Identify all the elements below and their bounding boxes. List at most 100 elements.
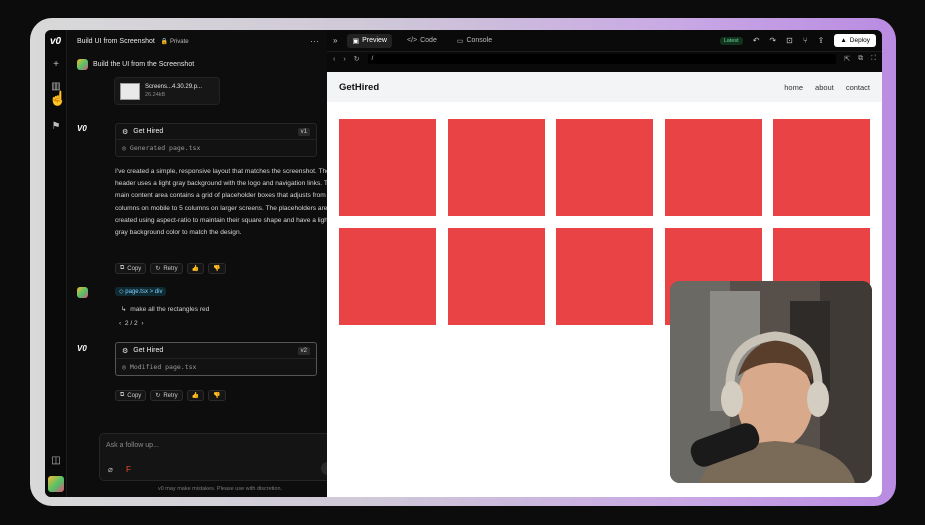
nav-home[interactable]: home [784,83,803,92]
file-action-text: Generated page.tsx [129,144,201,152]
left-rail: v0 + ▥ ☝ ⚑ ◫ [45,30,67,497]
card-file-action: ◎ Modified page.tsx [116,359,316,375]
pager-label: 2 / 2 [124,320,138,327]
tab-code-label: Code [420,37,437,44]
chat-panel: Build UI from Screenshot 🔒 Private ⋯ Bui… [67,30,341,497]
version-card-v1[interactable]: ⚙ Get Hired v1 ◎ Generated page.tsx [115,123,317,157]
placeholder-box [556,119,653,216]
response-paragraph: I've created a simple, responsive layout… [115,168,336,237]
retry-label: Retry [163,265,178,272]
card-title: Get Hired [133,347,164,354]
retry-icon: ↻ [155,266,161,272]
card-header: ⚙ Get Hired v2 [116,343,316,359]
privacy-badge[interactable]: 🔒 Private [161,38,189,45]
integrations-icon[interactable]: ⊡ [786,36,793,45]
tab-code[interactable]: </> Code [402,34,442,47]
fullscreen-icon[interactable]: ⛶ [871,55,876,63]
message-pager[interactable]: ‹ 2 / 2 › [119,320,144,327]
placeholder-box [773,119,870,216]
copy-label: Copy [127,392,142,399]
attachment-name: Screens...4.30.29.p... [145,84,203,90]
disclaimer-text: v0 may make mistakes. Please use with di… [157,486,283,492]
nav-contact[interactable]: contact [846,83,870,92]
copy-button[interactable]: ⧉ Copy [115,390,147,401]
element-tag-label: page.tsx > div [125,289,163,295]
webcam-overlay [670,281,872,483]
placeholder-box [664,119,762,216]
new-chat-icon[interactable]: + [51,60,61,70]
preview-toolbar: » ▣ Preview </> Code ▭ Console Latest ↶ ↷ ⊡… [327,30,882,52]
retry-button[interactable]: ↻ Retry [150,263,183,274]
chat-title[interactable]: Build UI from Screenshot [77,38,155,45]
thumbs-up-button[interactable]: 👍 [186,263,205,274]
thumbs-up-button[interactable]: 👍 [186,390,205,401]
site-nav: home about contact [784,83,870,92]
response-actions-1: ⧉ Copy ↻ Retry 👍 👎 [115,263,226,274]
refresh-icon[interactable]: ↻ [354,55,360,63]
v0-logo[interactable]: v0 [50,36,61,47]
triangle-icon: ▲ [840,37,847,44]
card-file-action: ◎ Generated page.tsx [116,140,316,156]
card-header: ⚙ Get Hired v1 [116,124,316,140]
retry-button[interactable]: ↻ Retry [150,390,183,401]
attachment-chip[interactable]: Screens...4.30.29.p... 26.24kB [114,77,220,105]
site-brand[interactable]: GetHired [339,82,379,93]
user-message-1: Build the UI from the Screenshot [77,59,194,70]
forward-icon[interactable]: › [343,56,345,63]
retry-icon: ↻ [155,393,161,399]
open-new-window-icon[interactable]: ⧉ [858,55,863,63]
nav-about[interactable]: about [815,83,834,92]
mobile-toggle-icon[interactable]: ⇱ [844,55,850,63]
paperclip-icon[interactable]: ⌀ [108,465,113,474]
card-title: Get Hired [133,128,164,135]
privacy-label: Private [169,38,189,45]
collapse-icon[interactable]: » [333,36,337,45]
user-message-text: Build the UI from the Screenshot [93,61,195,68]
element-tag[interactable]: ◇ page.tsx > div [115,287,167,296]
flag-icon[interactable]: ⚑ [51,122,61,132]
url-bar: ‹ › ↻ / ⇱ ⧉ ⛶ [327,52,882,66]
gear-icon: ⚙ [122,128,129,136]
placeholder-box [339,228,436,325]
placeholder-box [339,119,436,216]
thumbs-down-button[interactable]: 👎 [208,263,226,274]
version-badge: v1 [297,127,310,136]
code-icon: </> [406,37,418,44]
git-branch-icon[interactable]: ⑂ [803,36,808,45]
copy-icon: ⧉ [120,265,125,271]
latest-badge: Latest [719,36,743,45]
follow-up-input[interactable]: Ask a follow up... ⌀ F ↑ [99,433,341,481]
redo-icon[interactable]: ↷ [769,36,776,45]
sidebar-toggle-icon[interactable]: ◫ [51,456,61,466]
copy-button[interactable]: ⧉ Copy [115,263,147,274]
url-input[interactable]: / [367,54,837,64]
chat-header: Build UI from Screenshot 🔒 Private ⋯ [67,30,327,52]
input-placeholder: Ask a follow up... [106,442,159,449]
user-message-2: ↳ make all the rectangles red [121,306,210,313]
preview-icon: ▣ [352,37,360,45]
user-avatar[interactable] [48,476,64,492]
share-icon[interactable]: ⇪ [818,36,825,45]
thumbs-down-button[interactable]: 👎 [208,390,226,401]
copy-label: Copy [127,265,142,272]
gear-icon: ⚙ [122,347,129,355]
v0-response-logo: V0 [77,344,87,353]
copy-icon: ⧉ [120,392,125,398]
version-card-v2[interactable]: ⚙ Get Hired v2 ◎ Modified page.tsx [115,342,317,376]
presenter-webcam-image [670,281,872,483]
file-action-text: Modified page.tsx [129,363,197,371]
tab-console-label: Console [466,37,493,44]
tab-preview[interactable]: ▣ Preview [347,33,392,48]
figma-icon[interactable]: F [126,465,131,474]
file-icon: ◎ [122,144,126,152]
more-options-icon[interactable]: ⋯ [310,36,319,47]
undo-icon[interactable]: ↶ [753,36,760,45]
version-badge: v2 [297,346,310,355]
back-icon[interactable]: ‹ [333,56,335,63]
tab-console[interactable]: ▭ Console [452,34,497,48]
deploy-button[interactable]: ▲ Deploy [834,34,876,47]
v0-response-logo: V0 [77,124,87,133]
deploy-label: Deploy [849,37,870,44]
user-message-2-text: make all the rectangles red [130,306,210,313]
placeholder-box [556,228,653,325]
